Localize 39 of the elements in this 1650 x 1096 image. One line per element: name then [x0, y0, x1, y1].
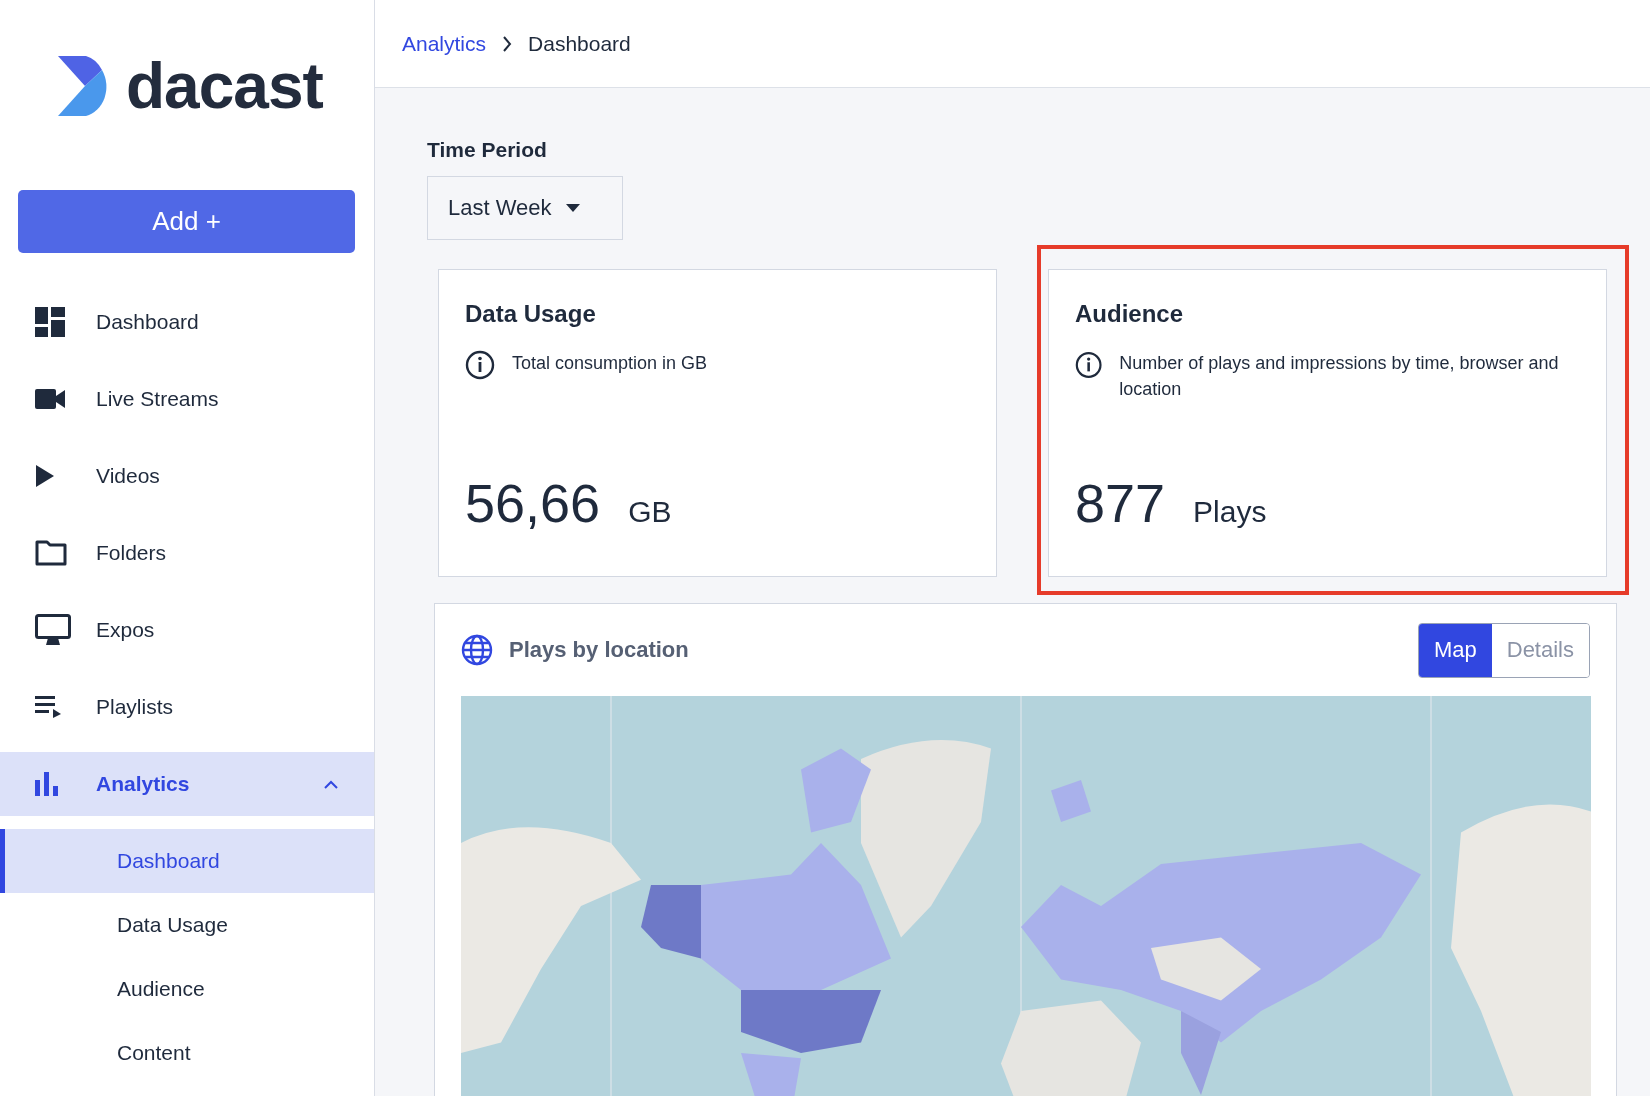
globe-icon: [461, 634, 493, 666]
video-camera-icon: [35, 389, 65, 409]
sidebar-item[interactable]: Videos: [0, 444, 374, 508]
sidebar-subitem[interactable]: Audience: [0, 957, 374, 1021]
stat-value: 56,66: [465, 472, 601, 534]
bar-chart-icon: [35, 772, 59, 796]
panel-title: Plays by location: [509, 637, 690, 663]
sidebar-item[interactable]: Folders: [0, 521, 374, 585]
playlist-icon: [35, 696, 61, 718]
card-description: Number of plays and impressions by time, browser and location: [1119, 352, 1560, 401]
monitor-icon: [35, 614, 71, 646]
add-button[interactable]: Add +: [18, 190, 355, 253]
sidebar-item[interactable]: Playlists: [0, 675, 374, 739]
card-title: Audience: [1075, 300, 1185, 328]
sidebar-item[interactable]: Live Streams: [0, 367, 374, 431]
stat-unit: Plays: [1193, 495, 1267, 529]
sidebar-subitem[interactable]: Content: [0, 1021, 374, 1085]
info-icon: [465, 350, 495, 380]
stat-value: 877: [1075, 472, 1166, 534]
sidebar-subitem[interactable]: Dashboard: [0, 829, 374, 893]
view-toggle-tab[interactable]: Map: [1418, 623, 1492, 677]
field-label: Time Period: [427, 138, 548, 162]
info-icon: [1075, 350, 1103, 380]
caret-icon: [565, 204, 580, 212]
play-icon: [35, 465, 55, 487]
card-description: Total consumption in GB: [512, 352, 708, 375]
breadcrumb-current: Dashboard: [528, 31, 631, 56]
sidebar-item[interactable]: Analytics: [0, 752, 374, 816]
stat-unit: GB: [628, 495, 672, 529]
sidebar-item[interactable]: Dashboard: [0, 290, 374, 354]
logo-wordmark: dacast: [126, 49, 323, 123]
breadcrumb-link[interactable]: Analytics: [402, 31, 487, 56]
sidebar-subitem[interactable]: Data Usage: [0, 893, 374, 957]
time-period-dropdown[interactable]: Last Week: [427, 176, 623, 240]
chevron-right-icon: [502, 35, 513, 52]
folder-icon: [35, 540, 67, 566]
card-title: Data Usage: [465, 300, 597, 328]
sidebar-item[interactable]: Expos: [0, 598, 374, 662]
dashboard-icon: [35, 307, 65, 337]
